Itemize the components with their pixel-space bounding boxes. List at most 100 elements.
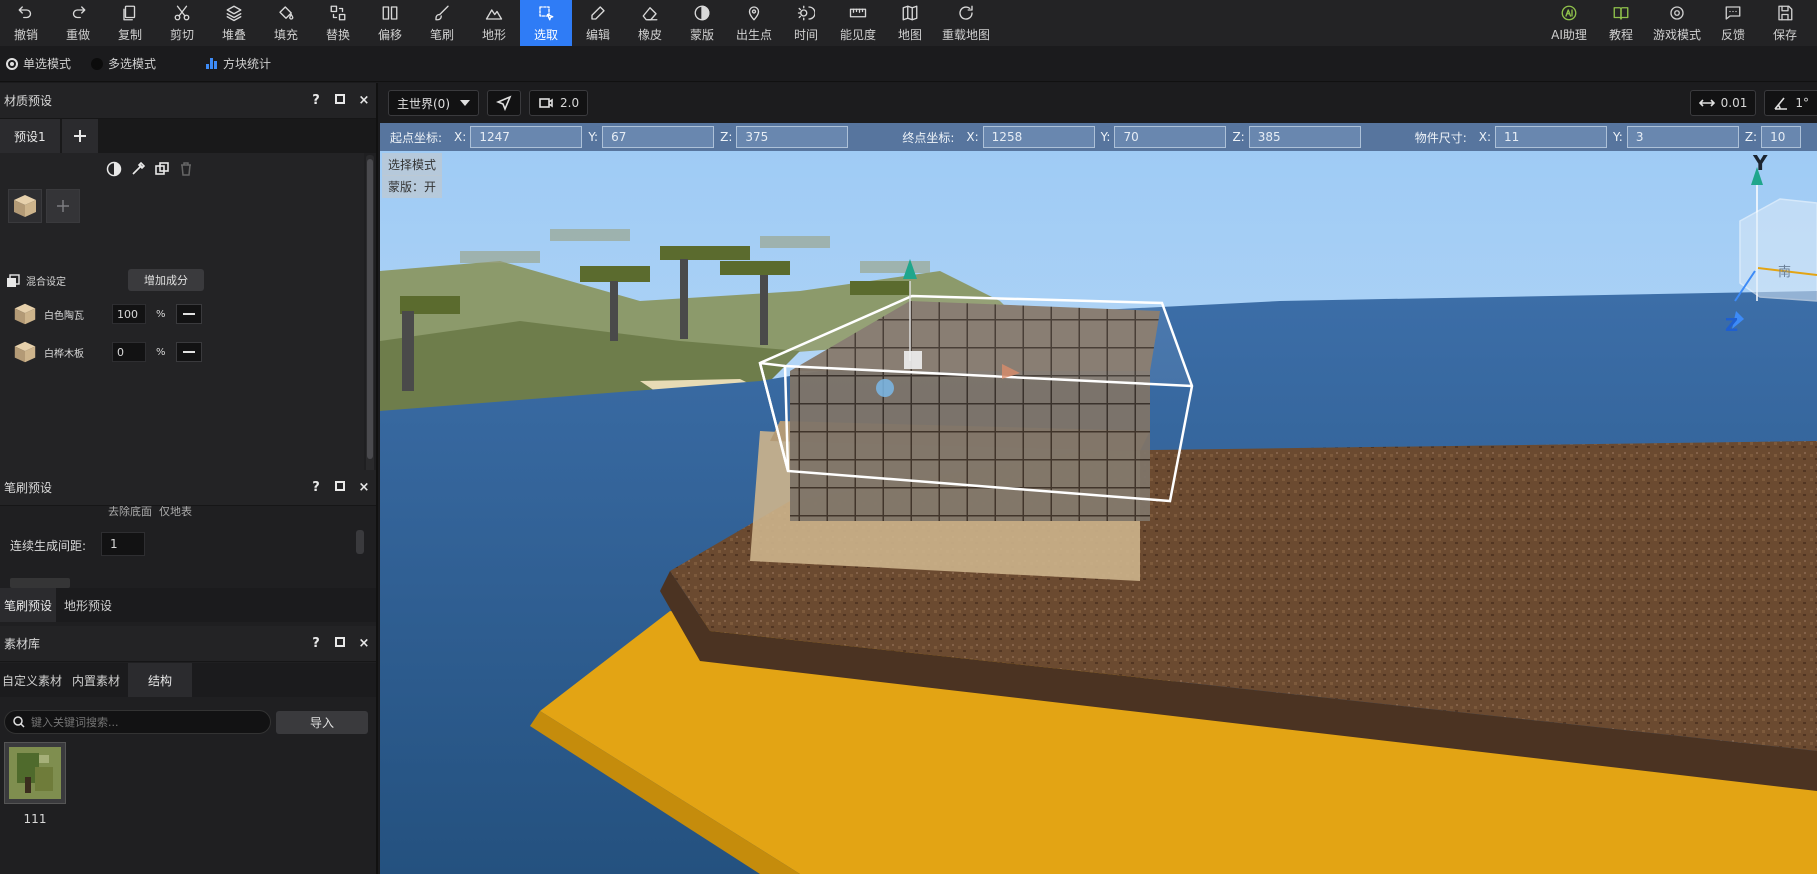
edit-label: 编辑	[585, 28, 610, 42]
viewport-toolbar: 主世界(0) 2.0 0.01 1°	[380, 83, 1817, 123]
help-button[interactable]: ?	[304, 480, 328, 495]
interval-input[interactable]: 1	[101, 532, 145, 556]
save-tool[interactable]: 保存	[1759, 0, 1811, 46]
size-x-label: X:	[1478, 130, 1492, 144]
ai-icon	[1559, 3, 1579, 23]
tab-brush-preset[interactable]: 笔刷预设	[0, 588, 57, 622]
redo-tool[interactable]: 重做	[52, 0, 104, 46]
close-button[interactable]: ×	[352, 480, 376, 495]
terrain-tool[interactable]: 地形	[468, 0, 520, 46]
copy-tool[interactable]: 复制	[104, 0, 156, 46]
duplicate-icon[interactable]	[154, 161, 170, 177]
add-material-slot[interactable]	[46, 189, 80, 223]
size-z-label: Z:	[1744, 130, 1758, 144]
ruler-icon	[848, 3, 868, 23]
stack-tool[interactable]: 堆叠	[208, 0, 260, 46]
maximize-button[interactable]	[328, 480, 352, 495]
add-component-button[interactable]: 增加成分	[128, 269, 204, 291]
remove-component-button[interactable]	[175, 342, 202, 362]
add-preset-button[interactable]	[61, 119, 98, 153]
close-button[interactable]: ×	[352, 93, 376, 108]
help-button[interactable]: ?	[304, 93, 328, 108]
component-percent-input[interactable]: 100	[112, 304, 146, 324]
fill-tool[interactable]: 填充	[260, 0, 312, 46]
size-y-input[interactable]: 3	[1626, 126, 1739, 148]
redo-icon	[68, 3, 88, 23]
replace-tool[interactable]: 替换	[312, 0, 364, 46]
mask-tool[interactable]: 蒙版	[676, 0, 728, 46]
mountain-icon	[484, 3, 504, 23]
minecraft-scene-image	[380, 151, 1817, 874]
tab-builtin-assets[interactable]: 内置素材	[64, 663, 128, 697]
remove-component-button[interactable]	[175, 304, 202, 324]
end-y-label: Y:	[1100, 130, 1111, 144]
move-step-button[interactable]: 0.01	[1689, 90, 1757, 116]
time-tool[interactable]: 时间	[780, 0, 832, 46]
tab-custom-assets[interactable]: 自定义素材	[0, 663, 64, 697]
structure-thumbnail-icon	[9, 747, 61, 799]
tab-terrain-preset[interactable]: 地形预设	[56, 588, 120, 622]
asset-item[interactable]: 111	[4, 742, 66, 826]
multi-select-radio[interactable]: 多选模式	[91, 55, 156, 72]
undo-label: 撤销	[13, 28, 38, 42]
size-z-input[interactable]: 10	[1761, 126, 1802, 148]
asset-label: 111	[23, 812, 47, 826]
close-button[interactable]: ×	[352, 636, 376, 651]
edit-tool[interactable]: 编辑	[572, 0, 624, 46]
tab-structures[interactable]: 结构	[128, 663, 193, 697]
brush-panel-title: 笔刷预设	[4, 481, 53, 495]
scroll-thumb[interactable]	[367, 159, 373, 459]
plus-icon	[57, 200, 69, 212]
block-stats-button[interactable]: 方块统计	[206, 55, 271, 72]
map-tool[interactable]: 地图	[884, 0, 936, 46]
chat-icon	[1723, 3, 1743, 23]
ai-assistant-tool[interactable]: AI助理	[1543, 0, 1595, 46]
3d-viewport[interactable]: Y Z 南 主世界(0) 2.0 0.01 1° 起点坐标: X: 1247 Y…	[380, 83, 1817, 874]
undo-tool[interactable]: 撤销	[0, 0, 52, 46]
end-x-input[interactable]: 1258	[982, 126, 1095, 148]
brush-scrollbar[interactable]	[356, 530, 364, 554]
gizmo-z-label: Z	[1725, 315, 1739, 336]
scene-render[interactable]: Y Z 南	[380, 151, 1817, 874]
tab-preset-1[interactable]: 预设1	[0, 119, 60, 153]
cut-tool[interactable]: 剪切	[156, 0, 208, 46]
component-percent-input[interactable]: 0	[112, 342, 146, 362]
start-z-input[interactable]: 375	[736, 126, 849, 148]
maximize-icon	[335, 94, 345, 104]
asset-search-input[interactable]	[31, 715, 251, 729]
asset-search-box[interactable]	[4, 710, 271, 734]
eyedropper-icon[interactable]	[130, 161, 146, 177]
trash-icon[interactable]	[178, 161, 194, 177]
import-button[interactable]: 导入	[276, 711, 368, 734]
offset-tool[interactable]: 偏移	[364, 0, 416, 46]
help-button[interactable]: ?	[304, 636, 328, 651]
mix-settings-label: 混合设定	[26, 277, 66, 288]
feedback-tool[interactable]: 反馈	[1707, 0, 1759, 46]
end-y-input[interactable]: 70	[1114, 126, 1227, 148]
eraser-tool[interactable]: 橡皮	[624, 0, 676, 46]
brush-tool[interactable]: 笔刷	[416, 0, 468, 46]
camera-speed-button[interactable]: 2.0	[529, 90, 589, 116]
size-x-input[interactable]: 11	[1495, 126, 1608, 148]
teleport-button[interactable]	[487, 90, 521, 116]
maximize-button[interactable]	[328, 636, 352, 651]
maximize-button[interactable]	[328, 93, 352, 108]
visibility-tool[interactable]: 能见度	[832, 0, 884, 46]
contrast-icon[interactable]	[106, 161, 122, 177]
material-scrollbar[interactable]	[366, 155, 374, 473]
world-select[interactable]: 主世界(0)	[388, 90, 479, 116]
start-x-input[interactable]: 1247	[470, 126, 583, 148]
single-select-radio[interactable]: 单选模式	[6, 55, 71, 72]
scissors-icon	[172, 3, 192, 23]
world-select-value: 主世界(0)	[397, 96, 450, 111]
end-z-input[interactable]: 385	[1248, 126, 1361, 148]
rotate-step-button[interactable]: 1°	[1764, 90, 1817, 116]
start-y-input[interactable]: 67	[602, 126, 715, 148]
material-slot[interactable]	[8, 189, 42, 223]
clipped-options-row: 去除底面 仅地表	[108, 506, 192, 518]
reload-map-tool[interactable]: 重载地图	[936, 0, 996, 46]
tutorial-tool[interactable]: 教程	[1595, 0, 1647, 46]
game-mode-tool[interactable]: 游戏模式	[1647, 0, 1707, 46]
select-tool[interactable]: 选取	[520, 0, 572, 46]
spawn-tool[interactable]: 出生点	[728, 0, 780, 46]
